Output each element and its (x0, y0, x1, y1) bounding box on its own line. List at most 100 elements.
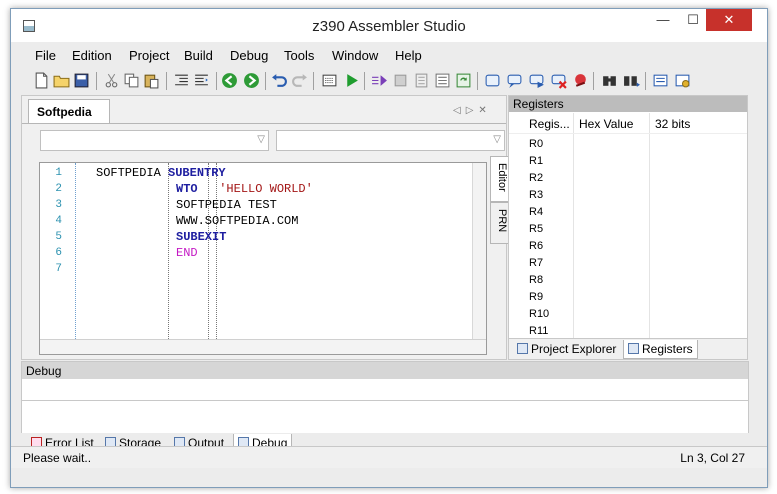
member-dropdown[interactable]: ▽ (276, 130, 505, 151)
minimize-button[interactable]: — (649, 9, 677, 31)
column-header-hex-value[interactable]: Hex Value (579, 117, 633, 131)
tab-underline (22, 123, 506, 124)
registers-header: Registers (509, 96, 747, 112)
new-file-icon[interactable] (33, 72, 50, 89)
close-button[interactable]: ✕ (706, 9, 752, 31)
app-window: z390 Assembler Studio — ☐ ✕ File Edition… (10, 8, 768, 488)
register-row: R10 (529, 308, 550, 320)
register-row: R11 (529, 325, 549, 337)
tab-registers[interactable]: Registers (623, 340, 698, 359)
list-icon[interactable] (652, 72, 669, 89)
code-line-5: SUBEXIT (176, 230, 226, 244)
code-line-2: WTO 'HELLO WORLD' (176, 182, 313, 196)
assemble-icon[interactable] (321, 72, 338, 89)
refresh-icon[interactable] (455, 72, 472, 89)
find-icon[interactable] (601, 72, 618, 89)
chevron-down-icon: ▽ (493, 134, 501, 145)
menu-tools[interactable]: Tools (284, 48, 314, 63)
menu-window[interactable]: Window (332, 48, 378, 63)
register-row: R9 (529, 291, 544, 303)
cut-icon[interactable] (103, 72, 120, 89)
code-operand-string: 'HELLO WORLD' (219, 182, 313, 196)
chevron-down-icon: ▽ (257, 134, 265, 145)
maximize-button[interactable]: ☐ (679, 9, 707, 31)
object-dropdown[interactable]: ▽ (40, 130, 269, 151)
column-header-32-bits[interactable]: 32 bits (655, 117, 690, 131)
debug-separator (22, 400, 748, 401)
menu-project[interactable]: Project (129, 48, 169, 63)
register-row: R4 (529, 206, 544, 218)
list-window-icon[interactable] (434, 72, 451, 89)
options-icon[interactable] (674, 72, 691, 89)
step-icon[interactable] (371, 72, 388, 89)
menu-edition[interactable]: Edition (72, 48, 112, 63)
register-row: R0 (529, 138, 544, 150)
breakpoint-add-icon[interactable] (506, 72, 523, 89)
navigate-back-icon[interactable] (221, 72, 238, 89)
stop-icon[interactable] (392, 72, 409, 89)
indent-icon[interactable] (173, 72, 190, 89)
menu-bar: File Edition Project Build Debug Tools W… (11, 45, 767, 67)
line-number: 3 (55, 199, 62, 211)
code-line-1: SOFTPEDIA SUBENTRY (96, 166, 226, 180)
window-icon[interactable] (484, 72, 501, 89)
tab-close-icon[interactable]: ✕ (478, 105, 491, 116)
register-row: R7 (529, 257, 544, 269)
breakpoint-next-icon[interactable] (528, 72, 545, 89)
menu-debug[interactable]: Debug (230, 48, 268, 63)
line-number: 2 (55, 183, 62, 195)
status-bar: Please wait.. Ln 3, Col 27 (11, 446, 767, 468)
open-folder-icon[interactable] (53, 72, 70, 89)
tab-controls: ◁▷✕ (453, 105, 492, 116)
register-row: R8 (529, 274, 544, 286)
explorer-icon (517, 343, 528, 354)
column-divider (573, 113, 574, 338)
save-icon[interactable] (73, 72, 90, 89)
debug-header: Debug (22, 362, 748, 379)
line-number: 6 (55, 247, 62, 259)
column-guide (168, 163, 169, 339)
register-row: R1 (529, 155, 544, 167)
outdent-icon[interactable] (193, 72, 210, 89)
status-message: Please wait.. (23, 451, 92, 465)
breakpoint-remove-icon[interactable] (550, 72, 567, 89)
column-header-register[interactable]: Regis... (529, 117, 570, 131)
registers-panel: Registers Regis... Hex Value 32 bits R0 … (508, 95, 748, 360)
register-row: R6 (529, 240, 544, 252)
editor-panel: Softpedia ◁▷✕ ▽ ▽ 1 2 3 4 5 6 7 SOFTPEDI… (21, 95, 512, 360)
register-row: R2 (529, 172, 544, 184)
tab-scroll-left-icon[interactable]: ◁ (453, 105, 466, 116)
menu-help[interactable]: Help (395, 48, 422, 63)
vertical-scrollbar[interactable] (472, 163, 486, 339)
redo-icon[interactable] (291, 72, 308, 89)
code-text: SOFTPEDIA TEST (176, 198, 277, 212)
document-tab-softpedia[interactable]: Softpedia (28, 99, 110, 123)
code-editor[interactable]: 1 2 3 4 5 6 7 SOFTPEDIA SUBENTRY WTO 'HE… (39, 162, 487, 355)
tab-project-explorer[interactable]: Project Explorer (513, 340, 620, 359)
menu-build[interactable]: Build (184, 48, 213, 63)
register-row: R3 (529, 189, 544, 201)
run-icon[interactable] (343, 72, 360, 89)
code-line-3: SOFTPEDIA TEST (176, 198, 277, 212)
paste-icon[interactable] (143, 72, 160, 89)
code-line-6: END (176, 246, 198, 260)
code-opcode: WTO (176, 182, 198, 196)
register-row: R5 (529, 223, 544, 235)
tab-scroll-right-icon[interactable]: ▷ (466, 105, 479, 116)
navigate-forward-icon[interactable] (243, 72, 260, 89)
trace-icon[interactable] (413, 72, 430, 89)
code-line-4: WWW.SOFTPEDIA.COM (176, 214, 298, 228)
code-opcode: SUBENTRY (168, 166, 226, 180)
menu-file[interactable]: File (35, 48, 56, 63)
find-next-icon[interactable] (623, 72, 640, 89)
horizontal-scrollbar[interactable] (40, 339, 486, 354)
breakpoint-clear-icon[interactable] (572, 72, 589, 89)
column-divider (649, 113, 650, 338)
code-text: WWW.SOFTPEDIA.COM (176, 214, 299, 228)
line-number: 5 (55, 231, 62, 243)
toolbar (21, 68, 767, 94)
line-number: 4 (55, 215, 62, 227)
copy-icon[interactable] (123, 72, 140, 89)
code-label: SOFTPEDIA (96, 166, 161, 180)
undo-icon[interactable] (271, 72, 288, 89)
